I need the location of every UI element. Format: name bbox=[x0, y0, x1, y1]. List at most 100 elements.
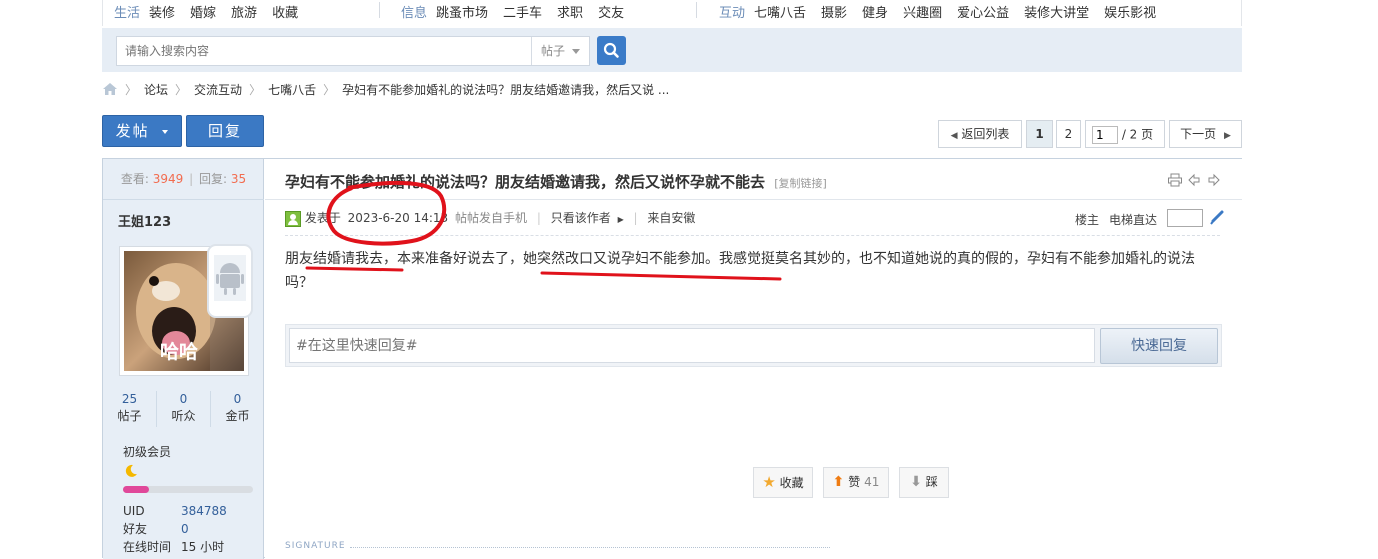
posted-label: 发表于 bbox=[304, 211, 341, 225]
nav-item[interactable]: 兴趣圈 bbox=[903, 2, 942, 21]
nav-group-label: 互动 bbox=[719, 6, 746, 21]
floor-tools: 楼主 电梯直达 bbox=[1075, 211, 1157, 228]
breadcrumb-separator: 〉 bbox=[323, 82, 336, 97]
page-input[interactable] bbox=[1092, 125, 1118, 144]
meta-separator: | bbox=[536, 211, 541, 225]
nav-item[interactable]: 收藏 bbox=[272, 2, 298, 21]
page-number: 2 bbox=[1064, 127, 1073, 141]
nav-item[interactable]: 装修大讲堂 bbox=[1024, 2, 1089, 21]
arrow-up-icon: ⬆ bbox=[832, 474, 845, 490]
floor-label: 楼主 bbox=[1075, 213, 1100, 227]
breadcrumb-item-current[interactable]: 孕妇有不能参加婚礼的说法吗？朋友结婚邀请我，然后又说 ... bbox=[342, 81, 669, 98]
author-name[interactable]: 王姐123 bbox=[118, 211, 171, 230]
nav-item[interactable]: 爱心公益 bbox=[957, 2, 1009, 21]
thread-title-text: 孕妇有不能参加婚礼的说法吗？朋友结婚邀请我，然后又说怀孕就不能去 bbox=[285, 173, 766, 191]
nav-item[interactable]: 装修 bbox=[149, 2, 175, 21]
uid-value[interactable]: 384788 bbox=[181, 504, 227, 518]
breadcrumb-item[interactable]: 论坛 bbox=[144, 81, 168, 98]
nav-item[interactable]: 旅游 bbox=[231, 2, 257, 21]
meta-separator: | bbox=[633, 211, 638, 225]
post-meta: 发表于 2023-6-20 14:13 帖帖发自手机 | 只看该作者 ▶ | 来… bbox=[285, 209, 1225, 231]
stats-separator: | bbox=[189, 172, 194, 186]
coins-stat[interactable]: 0 金币 bbox=[211, 391, 264, 427]
online-row: 在线时间 15 小时 bbox=[123, 538, 263, 556]
avatar[interactable]: 哈哈 bbox=[119, 244, 253, 376]
coins-count: 0 bbox=[233, 392, 242, 406]
chevron-right-icon: ▶ bbox=[617, 215, 624, 224]
signature-label: SIGNATURE bbox=[285, 541, 346, 551]
print-icon[interactable] bbox=[1167, 173, 1183, 187]
next-thread-icon[interactable] bbox=[1207, 173, 1221, 187]
nav-item[interactable]: 摄影 bbox=[821, 2, 847, 21]
dislike-button[interactable]: ⬇ 踩 bbox=[899, 467, 949, 498]
copy-link[interactable]: [复制链接] bbox=[774, 177, 827, 190]
posts-label: 帖子 bbox=[117, 409, 142, 423]
breadcrumb-separator: 〉 bbox=[175, 82, 188, 97]
search-bar: 帖子 bbox=[102, 28, 1242, 72]
back-to-list-button[interactable]: ◀ 返回列表 bbox=[938, 120, 1022, 148]
like-button[interactable]: ⬆ 赞 41 bbox=[823, 467, 889, 498]
nav-item[interactable]: 二手车 bbox=[503, 2, 542, 21]
views-count: 3949 bbox=[152, 172, 184, 186]
member-level[interactable]: 初级会员 bbox=[123, 443, 171, 460]
followers-stat[interactable]: 0 听众 bbox=[157, 391, 211, 427]
search-type-select[interactable]: 帖子 bbox=[531, 37, 590, 65]
replies-count: 35 bbox=[230, 172, 247, 186]
floor-jump-input[interactable] bbox=[1167, 209, 1203, 227]
category-nav: 生活 装修 婚嫁 旅游 收藏 信息 跳蚤市场 二手车 求职 交友 互动 七嘴八舌… bbox=[102, 0, 1242, 26]
like-count: 41 bbox=[864, 475, 880, 489]
breadcrumb: 〉 论坛 〉 交流互动 〉 七嘴八舌 〉 孕妇有不能参加婚礼的说法吗？朋友结婚邀… bbox=[102, 80, 669, 98]
nav-item[interactable]: 健身 bbox=[862, 2, 888, 21]
only-author-link[interactable]: 只看该作者 bbox=[551, 211, 611, 225]
chevron-left-icon: ◀ bbox=[950, 131, 958, 141]
mobile-badge-icon bbox=[207, 244, 253, 318]
nav-item[interactable]: 跳蚤市场 bbox=[436, 2, 488, 21]
reply-button[interactable]: 回复 bbox=[186, 115, 264, 147]
followers-count: 0 bbox=[179, 392, 188, 406]
followers-label: 听众 bbox=[171, 409, 196, 423]
post-main: 孕妇有不能参加婚礼的说法吗？朋友结婚邀请我，然后又说怀孕就不能去 [复制链接] bbox=[265, 159, 1242, 559]
chevron-down-icon bbox=[162, 129, 169, 134]
nav-item[interactable]: 求职 bbox=[557, 2, 583, 21]
page-total: / 2 页 bbox=[1121, 127, 1154, 142]
page-1-button[interactable]: 1 bbox=[1026, 120, 1053, 148]
favorite-button[interactable]: ★ 收藏 bbox=[753, 467, 813, 498]
nav-item[interactable]: 娱乐影视 bbox=[1104, 2, 1156, 21]
mobile-source[interactable]: 帖帖发自手机 bbox=[455, 211, 527, 225]
quick-reply-input[interactable] bbox=[289, 328, 1095, 363]
friends-label: 好友 bbox=[123, 522, 148, 536]
new-post-button[interactable]: 发帖 bbox=[102, 115, 182, 147]
breadcrumb-separator: 〉 bbox=[249, 82, 262, 97]
next-page-button[interactable]: 下一页 ▶ bbox=[1169, 120, 1242, 148]
nav-group-label: 生活 bbox=[114, 6, 141, 21]
nav-item[interactable]: 七嘴八舌 bbox=[754, 2, 806, 21]
search-button[interactable] bbox=[597, 36, 626, 65]
post-body: 朋友结婚请我去，本来准备好说去了，她突然改口又说孕妇不能参加。我感觉挺莫名其妙的… bbox=[285, 251, 1195, 291]
online-label: 在线时间 bbox=[123, 540, 172, 554]
search-input[interactable] bbox=[117, 37, 531, 65]
online-status-icon bbox=[285, 210, 301, 227]
nav-group-info: 信息 跳蚤市场 二手车 求职 交友 bbox=[401, 2, 624, 21]
posted-time: 2023-6-20 14:13 bbox=[347, 211, 449, 225]
divider bbox=[285, 235, 1220, 236]
nav-item[interactable]: 婚嫁 bbox=[190, 2, 216, 21]
quick-reply-button[interactable]: 快速回复 bbox=[1100, 328, 1218, 364]
divider bbox=[696, 2, 697, 18]
star-icon: ★ bbox=[762, 473, 776, 491]
breadcrumb-item[interactable]: 七嘴八舌 bbox=[268, 81, 316, 98]
nav-group-label: 信息 bbox=[401, 6, 428, 21]
page-2-button[interactable]: 2 bbox=[1056, 120, 1081, 148]
dislike-label: 踩 bbox=[925, 475, 938, 489]
new-post-label: 发帖 bbox=[115, 122, 150, 140]
home-icon[interactable] bbox=[102, 82, 118, 96]
level-progress-fill bbox=[123, 486, 149, 493]
posts-stat[interactable]: 25 帖子 bbox=[103, 391, 157, 427]
breadcrumb-item[interactable]: 交流互动 bbox=[194, 81, 242, 98]
friends-value[interactable]: 0 bbox=[181, 522, 189, 536]
back-to-list-label: 返回列表 bbox=[961, 127, 1010, 141]
signature-text: SIGNATURE bbox=[285, 541, 346, 551]
author-panel: 查看: 3949 | 回复: 35 王姐123 哈哈 25 帖子 0 听众 0 … bbox=[103, 159, 264, 559]
prev-thread-icon[interactable] bbox=[1187, 173, 1201, 187]
nav-item[interactable]: 交友 bbox=[598, 2, 624, 21]
floor-jump-go-icon[interactable] bbox=[1209, 210, 1225, 226]
